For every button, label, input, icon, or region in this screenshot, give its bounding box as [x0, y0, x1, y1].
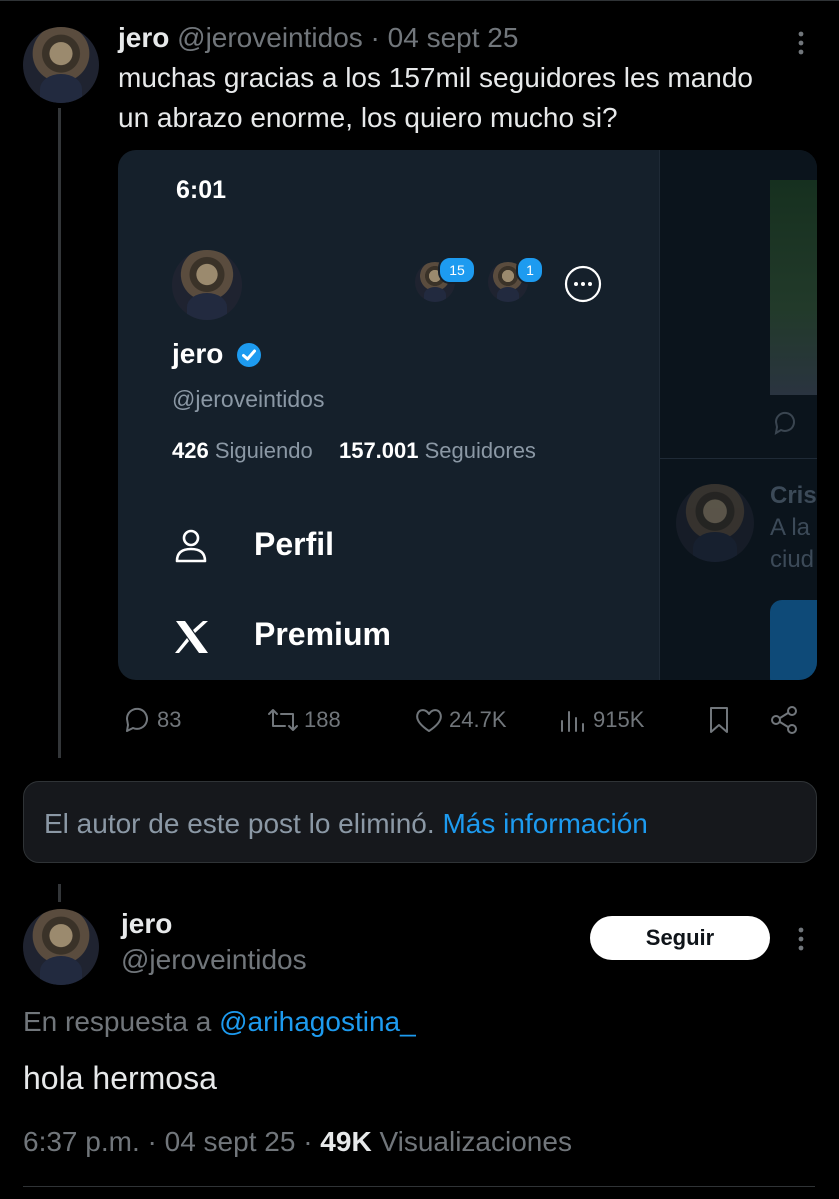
- profile-name: jero: [172, 338, 224, 369]
- more-circle-icon: [564, 265, 602, 303]
- more-icon[interactable]: [790, 924, 812, 954]
- follow-stats: 426 Siguiendo 157.001 Seguidores: [172, 438, 536, 464]
- menu-item-premium: Premium: [254, 616, 391, 652]
- feed-image: [770, 180, 817, 395]
- avatar-reply[interactable]: [23, 909, 99, 985]
- author-name[interactable]: jero: [118, 22, 169, 53]
- like-icon: [416, 709, 442, 732]
- repost-icon: [268, 709, 298, 731]
- post-text-line-1: muchas gracias a los 157mil seguidores l…: [118, 62, 753, 93]
- post-date[interactable]: 04 sept 25: [388, 22, 519, 53]
- badge-count-2: 1: [516, 256, 544, 284]
- following-label: Siguiendo: [214, 438, 313, 463]
- separator: ·: [370, 22, 380, 53]
- top-divider: [0, 0, 839, 1]
- views-label: Visualizaciones: [379, 1126, 572, 1157]
- views-count: 49K: [320, 1126, 372, 1157]
- bookmark-icon[interactable]: [703, 704, 735, 741]
- status-time: 6:01: [176, 176, 227, 204]
- post-time[interactable]: 6:37 p.m.: [23, 1126, 140, 1157]
- feed-line-1: A la: [770, 514, 811, 541]
- repost-button[interactable]: 188: [266, 704, 341, 736]
- reply-author-name[interactable]: jero: [121, 908, 172, 940]
- person-icon: [174, 528, 208, 569]
- background-feed: Cris A la ciud: [659, 150, 817, 680]
- verified-icon: [236, 342, 262, 373]
- feed-text: Cris A la ciud: [770, 480, 817, 576]
- feed-divider: [660, 458, 817, 459]
- feed-reply-icon: [772, 410, 798, 441]
- views-count: 915K: [593, 707, 645, 732]
- like-count: 24.7K: [449, 707, 507, 732]
- views-icon: [561, 711, 584, 732]
- follow-button[interactable]: Seguir: [590, 916, 770, 960]
- following-count: 426: [172, 438, 209, 463]
- notice-text: El autor de este post lo eliminó.: [44, 808, 435, 839]
- reply-context: En respuesta a @arihagostina_: [23, 1006, 416, 1038]
- bottom-divider: [23, 1186, 815, 1187]
- author-handle[interactable]: @jeroveintidos: [177, 22, 363, 53]
- reply-author-handle[interactable]: @jeroveintidos: [121, 944, 307, 976]
- post-header: jero @jeroveintidos · 04 sept 25: [118, 22, 518, 54]
- notice-text-wrap: El autor de este post lo eliminó. Más in…: [44, 808, 648, 840]
- feed-name: Cris: [770, 482, 817, 509]
- post-meta: 6:37 p.m. · 04 sept 25 · 49K Visualizaci…: [23, 1126, 572, 1158]
- badge-count-1: 15: [438, 256, 476, 284]
- thread-line: [58, 108, 61, 758]
- more-icon[interactable]: [790, 28, 812, 58]
- reply-count: 83: [157, 707, 182, 732]
- followers-count: 157.001: [338, 438, 419, 463]
- more-info-link[interactable]: Más información: [442, 808, 647, 839]
- profile-handle: @jeroveintidos: [172, 386, 325, 412]
- x-logo-icon: [174, 620, 210, 659]
- views-button[interactable]: 915K: [557, 704, 644, 736]
- reply-button[interactable]: 83: [121, 704, 181, 736]
- repost-count: 188: [304, 707, 341, 732]
- avatar[interactable]: [23, 27, 99, 103]
- menu-item-perfil: Perfil: [254, 526, 335, 562]
- share-icon[interactable]: [768, 704, 800, 741]
- post-text-line-2: un abrazo enorme, los quiero mucho si?: [118, 102, 618, 133]
- reply-prefix: En respuesta a: [23, 1006, 212, 1037]
- deleted-post-notice: El autor de este post lo eliminó. Más in…: [23, 781, 817, 863]
- feed-avatar: [676, 484, 754, 562]
- separator: ·: [303, 1126, 313, 1157]
- reply-icon: [125, 707, 148, 732]
- reply-text: hola hermosa: [23, 1060, 217, 1096]
- followers-label: Seguidores: [424, 438, 536, 463]
- profile-avatar: [172, 250, 242, 320]
- feed-media: [770, 600, 817, 680]
- thread-line-2: [58, 884, 61, 902]
- separator: ·: [147, 1126, 157, 1157]
- like-button[interactable]: 24.7K: [413, 704, 507, 736]
- embedded-image[interactable]: 6:01 61 15 1 jero @jeroveintidos 426 Sig…: [118, 150, 817, 680]
- feed-line-2: ciud: [770, 546, 815, 573]
- reply-to-link[interactable]: @arihagostina_: [219, 1006, 416, 1037]
- post-date[interactable]: 04 sept 25: [165, 1126, 296, 1157]
